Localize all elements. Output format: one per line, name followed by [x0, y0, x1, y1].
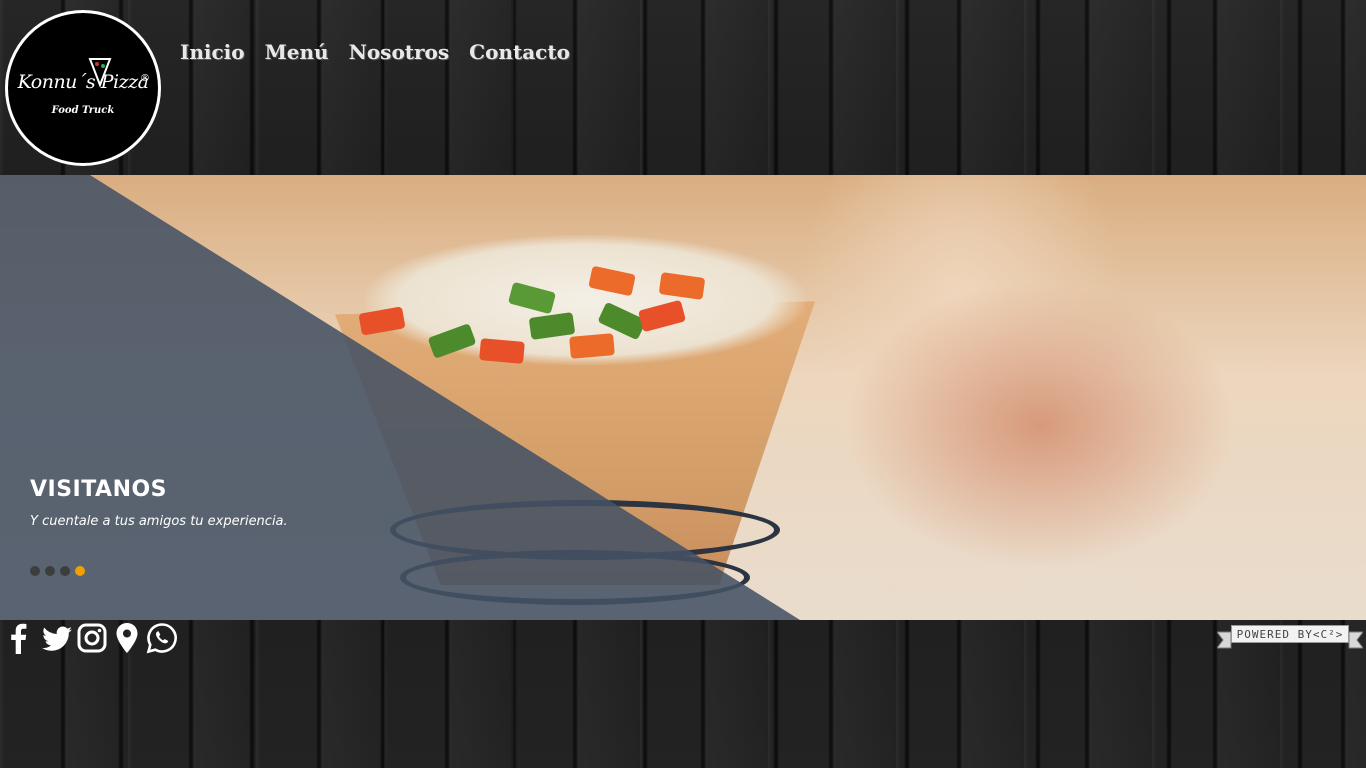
nav-item-nosotros[interactable]: Nosotros	[349, 40, 450, 64]
pepper-piece	[479, 338, 525, 364]
twitter-icon[interactable]	[41, 622, 73, 654]
slide-indicator-2[interactable]	[45, 566, 55, 576]
pepper-piece	[569, 333, 615, 359]
map-pin-icon[interactable]	[111, 622, 143, 654]
nav-item-contacto[interactable]: Contacto	[469, 40, 570, 64]
header: Konnu´s Pizza ® Food Truck Inicio Menú N…	[0, 0, 1366, 175]
powered-by-label: POWERED BY<C²>	[1231, 625, 1349, 643]
nav-item-inicio[interactable]: Inicio	[180, 40, 245, 64]
slide-title: VISITANOS	[30, 477, 168, 502]
slider-indicators	[30, 566, 85, 576]
slide-indicator-4[interactable]	[75, 566, 85, 576]
slide-caption: Y cuentale a tus amigos tu experiencia.	[30, 514, 288, 529]
registered-mark: ®	[140, 73, 150, 84]
slide-indicator-3[interactable]	[60, 566, 70, 576]
powered-by-badge[interactable]: POWERED BY<C²>	[1217, 622, 1363, 652]
whatsapp-icon[interactable]	[146, 622, 178, 654]
brand-subtitle: Food Truck	[51, 105, 115, 116]
instagram-icon[interactable]	[76, 622, 108, 654]
facebook-icon[interactable]	[6, 622, 38, 654]
brand-logo[interactable]: Konnu´s Pizza ® Food Truck	[5, 10, 161, 166]
brand-name: Konnu´s Pizza	[17, 71, 149, 93]
hero-slider[interactable]: VISITANOS Y cuentale a tus amigos tu exp…	[0, 175, 1366, 620]
main-nav: Inicio Menú Nosotros Contacto	[180, 40, 590, 64]
nav-item-menu[interactable]: Menú	[265, 40, 329, 64]
slide-indicator-1[interactable]	[30, 566, 40, 576]
social-links	[6, 622, 178, 654]
